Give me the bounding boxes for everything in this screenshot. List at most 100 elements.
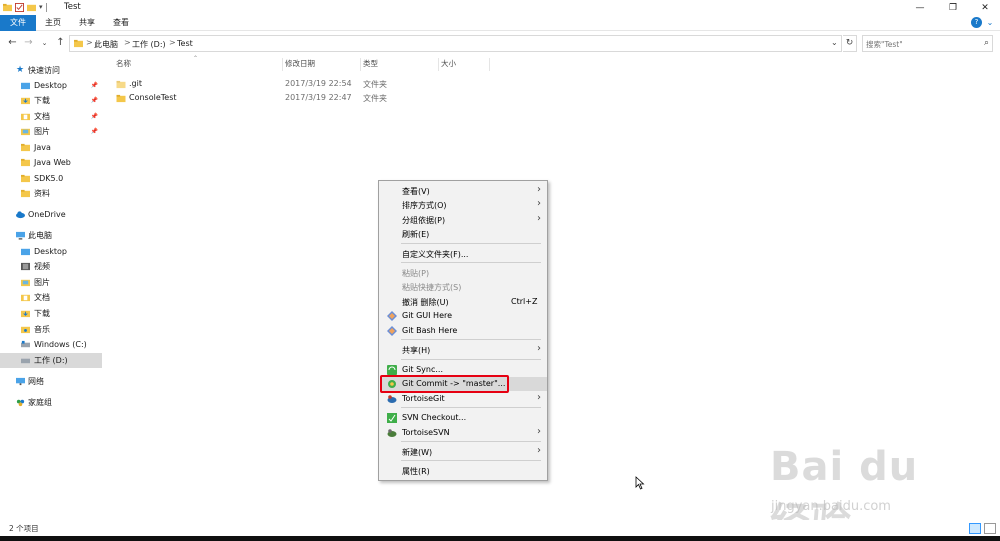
back-arrow-icon: ← <box>8 37 17 48</box>
chevron-down-icon: ⌄ <box>41 39 48 47</box>
forward-button[interactable]: → <box>22 36 35 50</box>
pin-icon: 📌 <box>90 128 98 135</box>
sidebar-item-drive-d[interactable]: 工作 (D:) <box>0 353 102 368</box>
new-folder-icon[interactable] <box>27 3 36 12</box>
back-button[interactable]: ← <box>6 36 19 50</box>
minimize-button[interactable]: — <box>905 0 935 15</box>
search-input[interactable] <box>866 38 976 50</box>
sidebar-item-documents[interactable]: 文档 📌 <box>0 109 102 124</box>
breadcrumb-separator: > <box>169 38 176 47</box>
column-divider[interactable] <box>282 58 283 71</box>
menu-item-view[interactable]: 查看(V) › <box>381 184 547 198</box>
menu-item-sort-by[interactable]: 排序方式(O) › <box>381 198 547 212</box>
search-box[interactable]: ⌕ <box>862 35 993 52</box>
sidebar-item-pictures[interactable]: 图片 📌 <box>0 124 102 139</box>
menu-item-label: 粘贴(P) <box>402 269 430 278</box>
tab-share[interactable]: 共享 <box>72 15 102 31</box>
column-header-date[interactable]: 修改日期 <box>285 58 315 72</box>
breadcrumb-separator: > <box>86 38 93 47</box>
menu-item-share[interactable]: 共享(H) › <box>381 343 547 357</box>
sidebar-item-sdk[interactable]: SDK5.0 <box>0 171 102 186</box>
large-icons-view-button[interactable] <box>984 523 996 534</box>
sidebar-item-drive-c[interactable]: Windows (C:) <box>0 337 102 352</box>
menu-separator <box>401 359 541 360</box>
customize-quick-access-icon[interactable]: ▾ <box>39 3 43 11</box>
sidebar-item-homegroup[interactable]: 家庭组 <box>0 395 102 410</box>
menu-item-git-bash[interactable]: Git Bash Here <box>381 324 547 338</box>
tab-home[interactable]: 主页 <box>38 15 68 31</box>
menu-item-git-gui[interactable]: Git GUI Here <box>381 309 547 323</box>
column-header-size[interactable]: 大小 <box>441 58 456 72</box>
sidebar-item-music[interactable]: 音乐 <box>0 322 102 337</box>
sidebar-item-network[interactable]: 网络 <box>0 374 102 389</box>
sidebar-item-downloads[interactable]: 下载 📌 <box>0 93 102 108</box>
file-row[interactable]: ConsoleTest 2017/3/19 22:47 文件夹 <box>112 92 488 106</box>
menu-item-tortoisesvn[interactable]: TortoiseSVN › <box>381 426 547 440</box>
sidebar-item-label: SDK5.0 <box>34 174 64 183</box>
menu-item-label: 属性(R) <box>402 467 430 476</box>
menu-item-svn-checkout[interactable]: SVN Checkout... <box>381 411 547 425</box>
sidebar-item-label: Windows (C:) <box>34 340 87 349</box>
sidebar-item-quick-access[interactable]: ★ 快速访问 <box>0 63 102 78</box>
refresh-button[interactable]: ↻ <box>843 35 857 52</box>
download-folder-icon <box>21 97 30 105</box>
menu-item-customize-folder[interactable]: 自定义文件夹(F)... <box>381 247 547 261</box>
menu-item-label: 自定义文件夹(F)... <box>402 250 469 259</box>
desktop-folder-icon <box>21 82 30 90</box>
menu-separator <box>401 262 541 263</box>
menu-item-label: 分组依据(P) <box>402 216 446 225</box>
column-header-name[interactable]: 名称 <box>116 58 131 72</box>
sort-ascending-icon: ⌃ <box>193 55 199 62</box>
menu-separator <box>401 243 541 244</box>
refresh-icon: ↻ <box>845 38 854 48</box>
breadcrumb-test[interactable]: Test <box>177 39 193 48</box>
menu-item-refresh[interactable]: 刷新(E) <box>381 227 547 241</box>
folder-icon <box>21 143 30 152</box>
menu-item-group-by[interactable]: 分组依据(P) › <box>381 213 547 227</box>
git-sync-icon <box>387 365 397 375</box>
sidebar-item-pc-documents[interactable]: 文档 <box>0 290 102 305</box>
up-button[interactable]: ↑ <box>54 36 67 50</box>
menu-item-shortcut: Ctrl+Z <box>511 297 538 306</box>
recent-locations-button[interactable]: ⌄ <box>38 36 51 50</box>
properties-check-icon[interactable] <box>15 2 24 12</box>
tab-file[interactable]: 文件 <box>0 15 36 31</box>
details-view-button[interactable] <box>969 523 981 534</box>
breadcrumb-drive-d[interactable]: 工作 (D:) <box>132 39 166 50</box>
context-menu: 查看(V) › 排序方式(O) › 分组依据(P) › 刷新(E) 自定义文件夹(F)… <box>378 180 548 481</box>
maximize-button[interactable]: ❐ <box>938 0 968 15</box>
close-button[interactable]: ✕ <box>970 0 1000 15</box>
menu-item-paste-shortcut[interactable]: 粘贴快捷方式(S) <box>381 280 547 294</box>
watermark-url: jingyan.baidu.com <box>771 499 891 514</box>
sidebar-item-java-web[interactable]: Java Web <box>0 155 102 170</box>
menu-item-new[interactable]: 新建(W) › <box>381 445 547 459</box>
expand-ribbon-button[interactable]: ⌄ <box>985 18 995 28</box>
menu-item-tortoisegit[interactable]: TortoiseGit › <box>381 392 547 406</box>
sidebar-item-desktop[interactable]: Desktop 📌 <box>0 78 102 93</box>
tab-view[interactable]: 查看 <box>106 15 136 31</box>
menu-item-paste[interactable]: 粘贴(P) <box>381 266 547 280</box>
menu-item-properties[interactable]: 属性(R) <box>381 464 547 478</box>
sidebar-item-materials[interactable]: 资料 <box>0 186 102 201</box>
column-divider[interactable] <box>438 58 439 71</box>
column-divider[interactable] <box>489 58 490 71</box>
help-button[interactable]: ? <box>971 17 982 28</box>
address-dropdown-icon[interactable]: ⌄ <box>831 38 838 47</box>
sidebar-item-onedrive[interactable]: OneDrive <box>0 207 102 222</box>
sidebar-item-pc-desktop[interactable]: Desktop <box>0 244 102 259</box>
column-header-type[interactable]: 类型 <box>363 58 378 72</box>
column-divider[interactable] <box>360 58 361 71</box>
address-bar[interactable]: > 此电脑 > 工作 (D:) > Test <box>69 35 842 52</box>
folder-icon <box>21 158 30 167</box>
sidebar-item-pc-pictures[interactable]: 图片 <box>0 275 102 290</box>
breadcrumb-this-pc[interactable]: 此电脑 <box>94 39 118 50</box>
file-name: .git <box>129 79 142 88</box>
music-folder-icon <box>21 326 30 334</box>
sidebar-item-java[interactable]: Java <box>0 140 102 155</box>
sidebar-item-pc-downloads[interactable]: 下载 <box>0 306 102 321</box>
sidebar-item-label: Desktop <box>34 247 67 256</box>
sidebar-item-videos[interactable]: 视频 <box>0 259 102 274</box>
file-row[interactable]: .git 2017/3/19 22:54 文件夹 <box>112 78 488 92</box>
sidebar-item-this-pc[interactable]: 此电脑 <box>0 228 102 243</box>
menu-item-undo-delete[interactable]: 撤消 删除(U) Ctrl+Z <box>381 295 547 309</box>
